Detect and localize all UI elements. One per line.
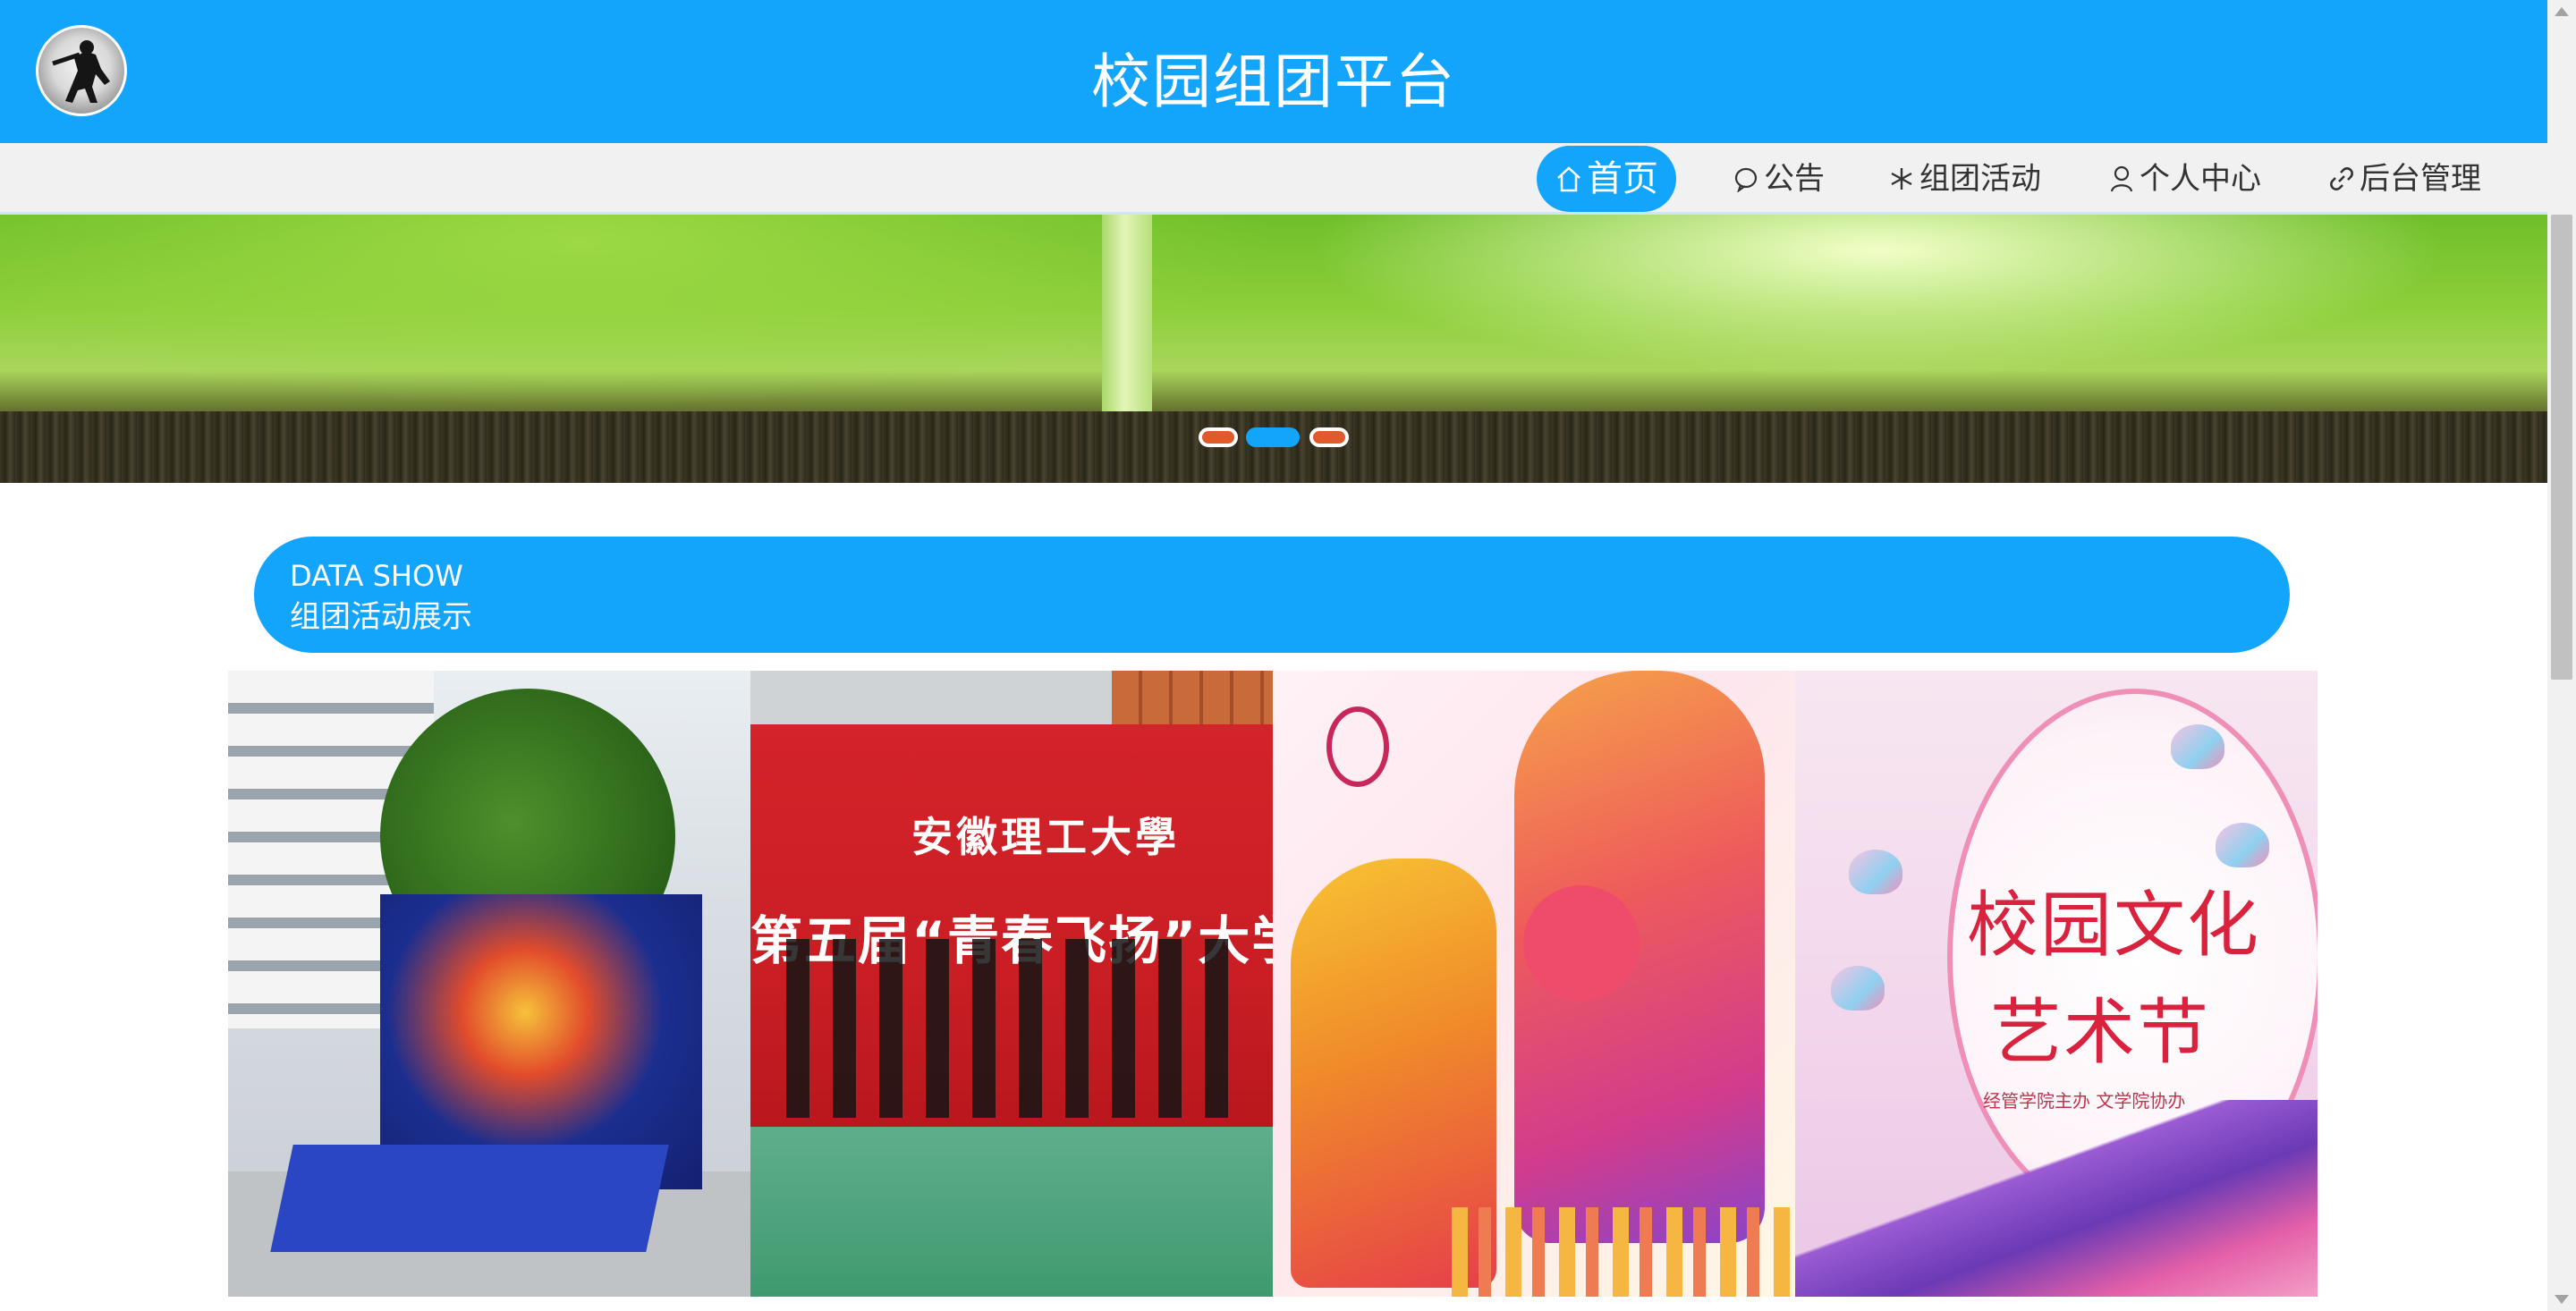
nav-home-label: 首页 <box>1587 158 1658 199</box>
banner-carousel[interactable] <box>0 215 2547 483</box>
section-label-en: DATA SHOW <box>290 559 463 593</box>
site-title: 校园组团平台 <box>1091 47 1456 116</box>
butterfly-icon <box>1831 966 1885 1011</box>
home-icon <box>1555 161 1583 197</box>
vertical-scrollbar[interactable] <box>2547 0 2576 1311</box>
banner-soil <box>0 411 2547 483</box>
site-header: 校园组团平台 <box>0 0 2547 143</box>
carousel-dot-1[interactable] <box>1199 427 1238 447</box>
nav-group-activities[interactable]: 组团活动 <box>1887 146 2041 212</box>
gallery-tile-sports-poster[interactable] <box>1273 671 1795 1297</box>
ball-graphic <box>1523 885 1640 1002</box>
nav-personal-center[interactable]: 个人中心 <box>2107 146 2261 212</box>
university-name-text: 安徽理工大學 <box>911 813 1180 861</box>
link-icon <box>2327 161 2356 197</box>
festival-dancers-graphic <box>1795 1100 2318 1297</box>
festival-title-line2: 艺术节 <box>1990 991 2210 1074</box>
blue-carpet-graphic <box>270 1145 669 1252</box>
main-navbar: 首页 公告 组团活动 个人中心 后台管理 <box>0 143 2547 215</box>
butterfly-icon <box>1849 850 1902 894</box>
nav-admin[interactable]: 后台管理 <box>2327 146 2481 212</box>
butterfly-icon <box>2216 823 2269 867</box>
scroll-up-icon[interactable] <box>2555 7 2569 16</box>
nav-admin-label: 后台管理 <box>2360 161 2481 197</box>
scroll-thumb[interactable] <box>2551 215 2572 680</box>
city-skyline-graphic <box>1452 1207 1792 1297</box>
festival-title-line1: 校园文化 <box>1967 884 2260 967</box>
snowflake-icon <box>1887 161 1916 197</box>
nav-announcements[interactable]: 公告 <box>1732 146 1825 212</box>
chat-bubble-icon <box>1732 161 1760 197</box>
section-label-cn: 组团活动展示 <box>290 599 472 635</box>
nav-announcements-label: 公告 <box>1764 161 1825 197</box>
gallery-tile-dance-competition[interactable]: 安徽理工大學 第五届“青春飞扬”大学生舞蹈大 <box>750 671 1273 1297</box>
nav-personal-center-label: 个人中心 <box>2140 161 2261 197</box>
carousel-dot-3[interactable] <box>1309 427 1349 447</box>
green-floor-graphic <box>750 1127 1273 1297</box>
scroll-down-icon[interactable] <box>2555 1295 2569 1304</box>
nav-home[interactable]: 首页 <box>1537 146 1676 212</box>
section-header: DATA SHOW 组团活动展示 <box>254 537 2290 653</box>
gallery-tile-art-festival[interactable]: 校园文化 艺术节 经管学院主办 文学院协办 <box>1795 671 2318 1297</box>
gallery-tile-campus-promo[interactable] <box>228 671 750 1297</box>
activity-gallery: 安徽理工大學 第五届“青春飞扬”大学生舞蹈大 校园文化 艺术节 经管学院主办 文… <box>228 671 2318 1311</box>
dancers-graphic <box>786 939 1251 1118</box>
butterfly-icon <box>2171 724 2224 769</box>
user-icon <box>2107 161 2136 197</box>
nav-group-activities-label: 组团活动 <box>1919 161 2041 197</box>
racket-graphic <box>1326 706 1389 787</box>
carousel-dot-2[interactable] <box>1246 427 1300 447</box>
